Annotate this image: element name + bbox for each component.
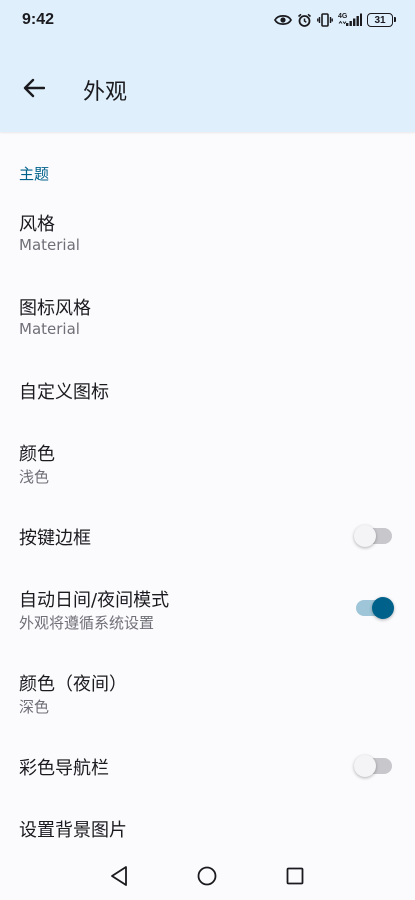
setting-value: Material	[19, 320, 80, 338]
status-icons: 4G 31	[274, 13, 396, 28]
switch-thumb	[354, 755, 376, 777]
setting-title: 设置背景图片	[19, 820, 127, 841]
setting-icon-style[interactable]: 图标风格 Material	[0, 282, 415, 346]
setting-value: Material	[19, 236, 80, 254]
section-header-theme: 主题	[19, 165, 50, 183]
triangle-back-icon	[111, 866, 127, 886]
setting-color-night[interactable]: 颜色（夜间） 深色	[0, 662, 415, 726]
setting-colored-navbar[interactable]: 彩色导航栏	[0, 742, 415, 798]
alarm-icon	[297, 13, 312, 28]
setting-auto-day-night[interactable]: 自动日间/夜间模式 外观将遵循系统设置	[0, 578, 415, 642]
status-bar: 9:42 4G 31	[0, 0, 415, 40]
setting-style[interactable]: 风格 Material	[0, 198, 415, 262]
app-bar: 外观	[0, 60, 415, 116]
status-time: 9:42	[22, 11, 55, 28]
setting-value: 浅色	[19, 468, 50, 486]
system-navigation-bar	[0, 852, 415, 900]
colored-navbar-switch[interactable]	[354, 755, 392, 777]
top-app-bar-container: 9:42 4G 31 外观	[0, 0, 415, 132]
setting-background-image[interactable]: 设置背景图片	[0, 808, 415, 848]
setting-title: 风格	[19, 214, 55, 235]
nav-recents-button[interactable]	[283, 864, 307, 888]
key-border-switch[interactable]	[354, 525, 392, 547]
setting-key-border[interactable]: 按键边框	[0, 512, 415, 568]
signal-icon: 4G	[338, 13, 362, 27]
setting-title: 自定义图标	[19, 382, 109, 403]
setting-title: 自动日间/夜间模式	[19, 590, 170, 611]
setting-title: 彩色导航栏	[19, 758, 109, 779]
square-recents-icon	[286, 867, 304, 885]
switch-thumb	[372, 597, 394, 619]
circle-home-icon	[197, 866, 217, 886]
battery-indicator: 31	[367, 13, 396, 27]
eye-icon	[274, 13, 292, 27]
setting-title: 图标风格	[19, 298, 91, 319]
setting-color[interactable]: 颜色 浅色	[0, 428, 415, 492]
auto-day-night-switch[interactable]	[356, 597, 394, 619]
setting-value: 深色	[19, 698, 50, 716]
nav-back-button[interactable]	[107, 864, 131, 888]
setting-title: 颜色	[19, 444, 55, 465]
nav-home-button[interactable]	[195, 864, 219, 888]
arrow-back-icon	[23, 78, 45, 98]
switch-thumb	[354, 525, 376, 547]
setting-title: 按键边框	[19, 528, 91, 549]
page-title: 外观	[83, 80, 128, 105]
setting-custom-icon[interactable]: 自定义图标	[0, 362, 415, 418]
vibrate-icon	[317, 13, 333, 27]
setting-summary: 外观将遵循系统设置	[19, 614, 155, 632]
setting-title: 颜色（夜间）	[19, 674, 127, 695]
back-button[interactable]	[14, 68, 54, 108]
